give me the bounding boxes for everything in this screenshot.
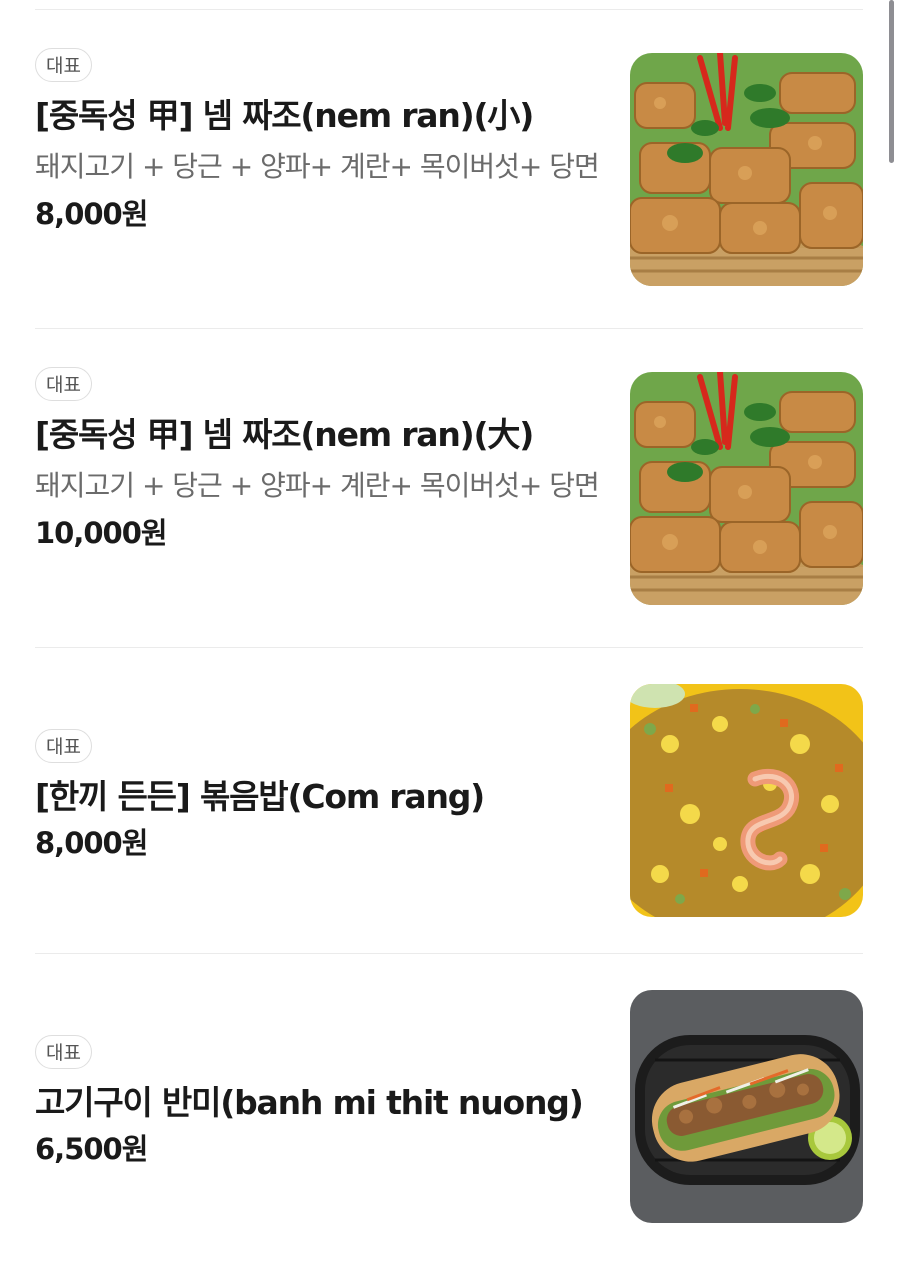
menu-item-price: 8,000원 xyxy=(35,197,148,231)
spring-rolls-photo xyxy=(630,53,863,286)
menu-item-name: [한끼 든든] 볶음밥(Com rang) xyxy=(35,777,485,816)
menu-item-nem-ran-small[interactable]: 대표 [중독성 甲] 넴 짜조(nem ran)(小) 돼지고기 + 당근 + … xyxy=(35,10,863,328)
menu-item-name: 고기구이 반미(banh mi thit nuong) xyxy=(35,1083,584,1122)
menu-item-name: [중독성 甲] 넴 짜조(nem ran)(大) xyxy=(35,415,534,454)
menu-item-description: 돼지고기 + 당근 + 양파+ 계란+ 목이버섯+ 당면 xyxy=(35,469,600,502)
banh-mi-photo xyxy=(630,990,863,1223)
menu-item-price: 10,000원 xyxy=(35,516,168,550)
menu-item-info: 대표 [한끼 든든] 볶음밥(Com rang) 8,000원 xyxy=(35,729,605,862)
menu-item-com-rang[interactable]: 대표 [한끼 든든] 볶음밥(Com rang) 8,000원 xyxy=(35,648,863,953)
fried-rice-photo xyxy=(630,684,863,917)
menu-item-banh-mi[interactable]: 대표 고기구이 반미(banh mi thit nuong) 6,500원 xyxy=(35,954,863,1272)
signature-badge: 대표 xyxy=(35,48,92,82)
menu-list: 대표 [중독성 甲] 넴 짜조(nem ran)(小) 돼지고기 + 당근 + … xyxy=(35,0,863,1272)
signature-badge: 대표 xyxy=(35,1035,92,1069)
menu-item-info: 대표 [중독성 甲] 넴 짜조(nem ran)(大) 돼지고기 + 당근 + … xyxy=(35,367,605,552)
menu-item-price: 8,000원 xyxy=(35,826,148,860)
scrollbar[interactable] xyxy=(889,0,894,163)
menu-item-info: 대표 [중독성 甲] 넴 짜조(nem ran)(小) 돼지고기 + 당근 + … xyxy=(35,48,605,233)
signature-badge: 대표 xyxy=(35,367,92,401)
spring-rolls-photo xyxy=(630,372,863,605)
menu-item-description: 돼지고기 + 당근 + 양파+ 계란+ 목이버섯+ 당면 xyxy=(35,150,600,183)
menu-item-name: [중독성 甲] 넴 짜조(nem ran)(小) xyxy=(35,96,534,135)
menu-item-nem-ran-large[interactable]: 대표 [중독성 甲] 넴 짜조(nem ran)(大) 돼지고기 + 당근 + … xyxy=(35,329,863,647)
menu-item-price: 6,500원 xyxy=(35,1132,148,1166)
menu-item-info: 대표 고기구이 반미(banh mi thit nuong) 6,500원 xyxy=(35,1035,605,1168)
signature-badge: 대표 xyxy=(35,729,92,763)
